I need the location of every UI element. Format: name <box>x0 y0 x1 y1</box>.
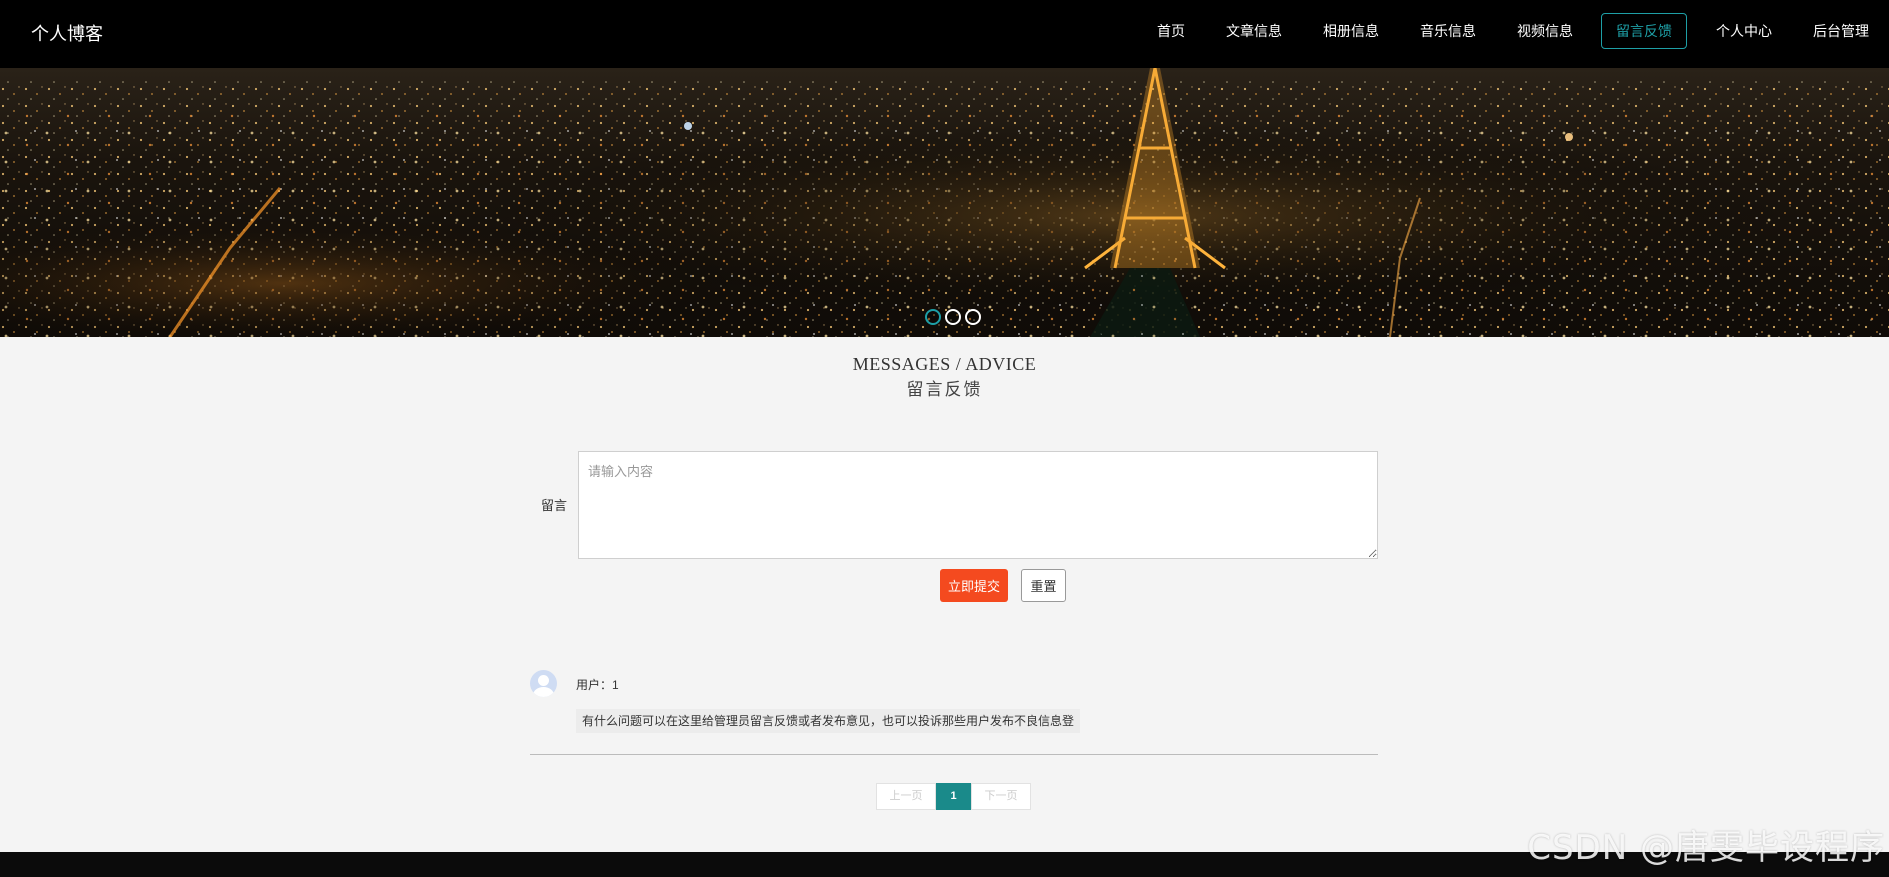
carousel-indicators <box>925 309 981 325</box>
user-avatar-icon <box>530 670 557 697</box>
next-page-button[interactable]: 下一页 <box>971 783 1031 810</box>
nav-music[interactable]: 音乐信息 <box>1400 12 1496 50</box>
current-page-button[interactable]: 1 <box>936 783 971 810</box>
csdn-watermark: CSDN @唐雯毕设程序 <box>1527 828 1885 868</box>
nav-feedback[interactable]: 留言反馈 <box>1601 13 1687 49</box>
carousel-dot-3[interactable] <box>965 309 981 325</box>
nav-albums[interactable]: 相册信息 <box>1303 12 1399 50</box>
nav-profile[interactable]: 个人中心 <box>1696 12 1792 50</box>
main-nav: 首页 文章信息 相册信息 音乐信息 视频信息 留言反馈 个人中心 后台管理 <box>1136 12 1889 50</box>
site-brand[interactable]: 个人博客 <box>31 20 103 46</box>
comment-content: 有什么问题可以在这里给管理员留言反馈或者发布意见，也可以投诉那些用户发布不良信息… <box>576 709 1081 733</box>
reset-button[interactable]: 重置 <box>1021 569 1066 602</box>
message-textarea[interactable] <box>578 451 1378 559</box>
section-title-en: MESSAGES / ADVICE <box>852 354 1037 374</box>
nav-articles[interactable]: 文章信息 <box>1206 12 1302 50</box>
pagination: 上一页 1 下一页 <box>876 783 1031 810</box>
nav-home[interactable]: 首页 <box>1137 12 1205 50</box>
carousel-dot-2[interactable] <box>945 309 961 325</box>
nav-admin[interactable]: 后台管理 <box>1793 12 1889 50</box>
hero-carousel[interactable] <box>0 68 1889 337</box>
nav-videos[interactable]: 视频信息 <box>1497 12 1593 50</box>
message-label: 留言 <box>541 498 568 513</box>
city-night-image <box>0 68 1889 337</box>
prev-page-button[interactable]: 上一页 <box>876 783 936 810</box>
section-title-cn: 留言反馈 <box>906 380 983 399</box>
carousel-dot-1[interactable] <box>925 309 941 325</box>
comment-divider <box>530 754 1378 755</box>
submit-button[interactable]: 立即提交 <box>940 569 1008 602</box>
comment-username: 用户：1 <box>576 678 619 692</box>
top-navbar: 个人博客 首页 文章信息 相册信息 音乐信息 视频信息 留言反馈 个人中心 后台… <box>0 0 1889 68</box>
